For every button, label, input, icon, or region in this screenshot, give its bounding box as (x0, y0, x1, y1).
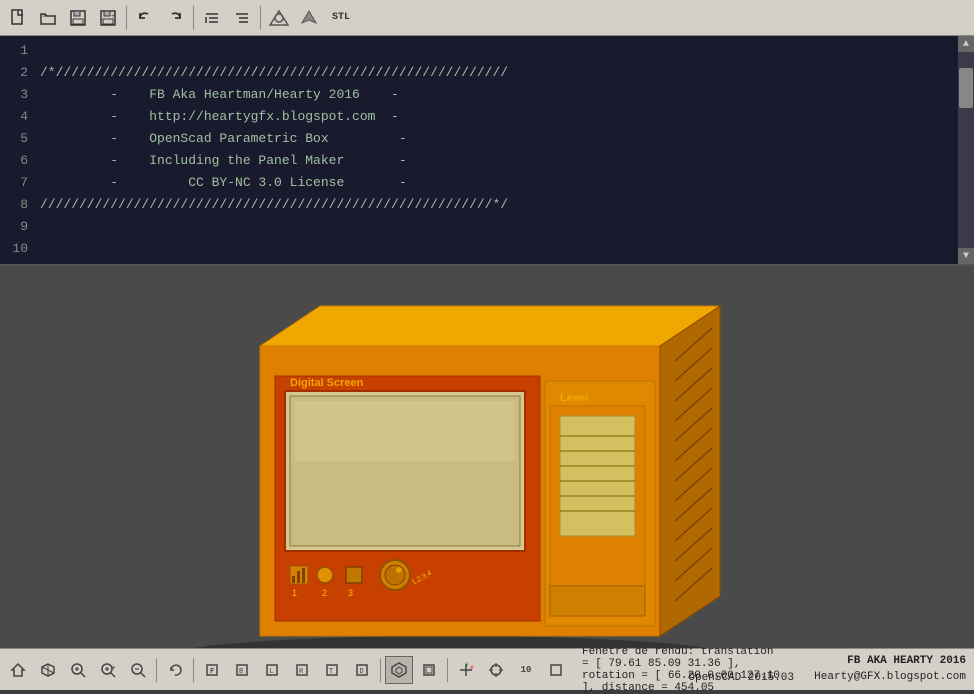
code-editor: 1 2 3 4 5 6 7 8 9 10 /*/////////////////… (0, 36, 974, 266)
show-axes-button[interactable]: x y (452, 656, 480, 684)
bottom-sep-4 (447, 658, 448, 682)
view-back-button[interactable]: B (228, 656, 256, 684)
svg-text:T: T (329, 668, 333, 676)
code-line-9 (40, 216, 950, 238)
open-button[interactable] (34, 4, 62, 32)
branding-area: FB AKA HEARTY 2016 Hearty@GFX.blogspot.c… (794, 652, 974, 687)
preview-render-button[interactable] (265, 4, 293, 32)
svg-text:y: y (465, 662, 469, 668)
svg-text:Digital Screen: Digital Screen (290, 377, 364, 389)
line-num: 8 (6, 194, 28, 216)
view-top-button[interactable]: T (318, 656, 346, 684)
code-text[interactable]: /*//////////////////////////////////////… (32, 36, 958, 264)
show-crosshair-button[interactable] (482, 656, 510, 684)
redo-button[interactable] (161, 4, 189, 32)
svg-text:2: 2 (322, 588, 327, 598)
statusbar: + F B (0, 648, 974, 690)
toolbar-separator-3 (260, 6, 261, 30)
line-num: 6 (6, 150, 28, 172)
render-10-label: 10 (521, 665, 532, 675)
zoom-out-button[interactable] (124, 656, 152, 684)
svg-text:B: B (239, 668, 243, 676)
branding-line2: Hearty@GFX.blogspot.com (802, 670, 966, 685)
home-view-button[interactable] (4, 656, 32, 684)
svg-text:x: x (470, 664, 474, 671)
bottom-toolbar: + F B (0, 656, 574, 684)
wireframe-button[interactable] (542, 656, 570, 684)
openscad-version: OpenSCAD 2015.03 (688, 672, 794, 684)
line-num: 9 (6, 216, 28, 238)
save-button[interactable] (64, 4, 92, 32)
scroll-up-arrow[interactable]: ▲ (958, 36, 974, 52)
toolbar-separator-2 (193, 6, 194, 30)
full-render-button[interactable] (295, 4, 323, 32)
scroll-thumb[interactable] (959, 68, 973, 108)
stl-export-button[interactable]: STL (325, 4, 357, 32)
svg-text:+: + (111, 664, 116, 673)
zoom-in-button[interactable]: + (94, 656, 122, 684)
line-num: 2 (6, 62, 28, 84)
svg-text:F: F (210, 668, 214, 676)
code-line-10 (40, 238, 950, 260)
unindent-button[interactable] (228, 4, 256, 32)
code-line-7: - CC BY-NC 3.0 License - (40, 172, 950, 194)
line-num: 10 (6, 238, 28, 260)
view-right-button[interactable]: R (288, 656, 316, 684)
code-line-1 (40, 40, 950, 62)
reset-rotation-button[interactable] (161, 656, 189, 684)
scroll-down-arrow[interactable]: ▼ (958, 248, 974, 264)
code-line-4: - http://heartygfx.blogspot.com - (40, 106, 950, 128)
view-bottom-button[interactable]: D (348, 656, 376, 684)
view-front-button[interactable]: F (198, 656, 226, 684)
svg-text:D: D (360, 668, 364, 676)
3d-model: Digital Screen Level (100, 286, 750, 646)
svg-text:L: L (270, 668, 274, 676)
view-left-button[interactable]: L (258, 656, 286, 684)
status-text: Fenêtre de rendu: translation = [ 79.61 … (574, 646, 794, 694)
svg-text:Level: Level (560, 392, 588, 404)
3d-viewport[interactable]: Digital Screen Level (0, 266, 974, 648)
3d-view-button[interactable] (34, 656, 62, 684)
code-line-6: - Including the Panel Maker - (40, 150, 950, 172)
line-num: 4 (6, 106, 28, 128)
line-num: 7 (6, 172, 28, 194)
line-numbers: 1 2 3 4 5 6 7 8 9 10 (0, 36, 32, 264)
code-line-5: - OpenScad Parametric Box - (40, 128, 950, 150)
toolbar-separator-1 (126, 6, 127, 30)
save-as-button[interactable]: + (94, 4, 122, 32)
undo-button[interactable] (131, 4, 159, 32)
3d-box-svg: Digital Screen Level (100, 286, 800, 648)
svg-text:+: + (111, 13, 115, 21)
line-num: 5 (6, 128, 28, 150)
svg-text:1: 1 (292, 588, 297, 598)
code-line-3: - FB Aka Heartman/Hearty 2016 - (40, 84, 950, 106)
main-toolbar: + (0, 0, 974, 36)
code-line-8: ////////////////////////////////////////… (40, 194, 950, 216)
editor-scrollbar[interactable]: ▲ ▼ (958, 36, 974, 264)
stl-label: STL (332, 12, 350, 23)
line-num: 1 (6, 40, 28, 62)
indent-button[interactable] (198, 4, 226, 32)
line-num: 3 (6, 84, 28, 106)
bottom-sep-2 (193, 658, 194, 682)
orthographic-view-button[interactable] (415, 656, 443, 684)
svg-text:3: 3 (348, 588, 353, 598)
zoom-fit-button[interactable] (64, 656, 92, 684)
status-line-1: Fenêtre de rendu: translation = [ 79.61 … (582, 646, 786, 694)
code-line-2: /*//////////////////////////////////////… (40, 62, 950, 84)
perspective-view-button[interactable] (385, 656, 413, 684)
branding-line1: FB AKA HEARTY 2016 (802, 654, 966, 669)
render-10-button[interactable]: 10 (512, 656, 540, 684)
bottom-sep-1 (156, 658, 157, 682)
bottom-sep-3 (380, 658, 381, 682)
new-button[interactable] (4, 4, 32, 32)
